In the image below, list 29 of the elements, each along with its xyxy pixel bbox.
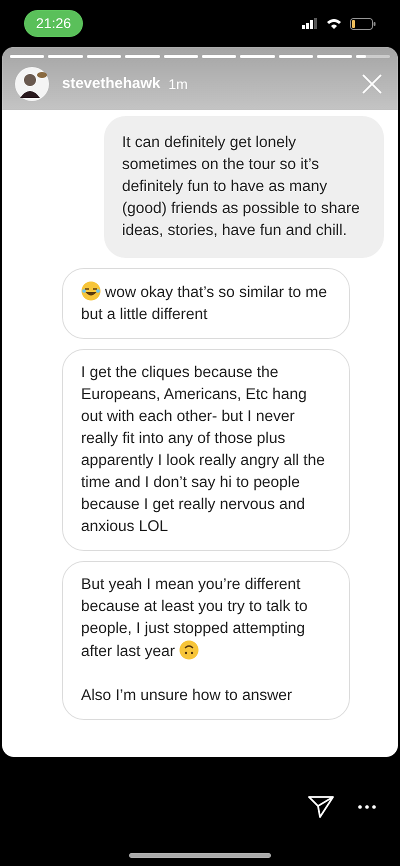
more-button[interactable]: [358, 805, 376, 809]
message-text: But yeah I mean you’re different because at least you try to talk to people, I just stopped attempting after last year: [81, 575, 309, 662]
message-text: I get the cliques because the Europeans, Americans, Etc hang out with each other- but I never really fit into any of those plus apparently I look really angry all the time and I don’t say hi to people because I get really nervous and anxious LOL: [81, 363, 326, 537]
close-icon: [362, 74, 382, 94]
wifi-icon: [326, 18, 342, 30]
progress-segment: [125, 55, 160, 58]
send-icon: [308, 795, 334, 819]
message-text: Also I’m unsure how to answer: [81, 686, 294, 706]
username[interactable]: stevethehawk: [62, 72, 160, 96]
avatar: [14, 66, 50, 102]
upside-down-emoji-icon: [178, 640, 199, 660]
story-age: 1m: [168, 74, 188, 94]
progress-segment: [240, 55, 275, 58]
battery-icon: [350, 18, 376, 30]
progress-segment: [356, 55, 390, 58]
progress-segment: [278, 55, 314, 58]
signal-icon: [302, 18, 318, 29]
message-text: It can definitely get lonely sometimes on the tour so it’s definitely fun to have as many (good) friends as possible to share ideas, stories, have fun and chill.: [122, 133, 361, 241]
progress-segment: [86, 55, 122, 58]
progress-segment: [317, 55, 352, 58]
laughing-emoji-icon: [81, 281, 101, 301]
status-time: 21:26: [24, 10, 84, 37]
progress-segment: [164, 55, 198, 58]
more-icon: [358, 805, 376, 809]
message-text: wow okay that’s so similar to me but a little different: [81, 281, 331, 326]
send-button[interactable]: [308, 795, 334, 819]
progress-segment: [202, 55, 236, 58]
progress-segment: [48, 55, 83, 58]
progress-segment: [10, 55, 44, 58]
